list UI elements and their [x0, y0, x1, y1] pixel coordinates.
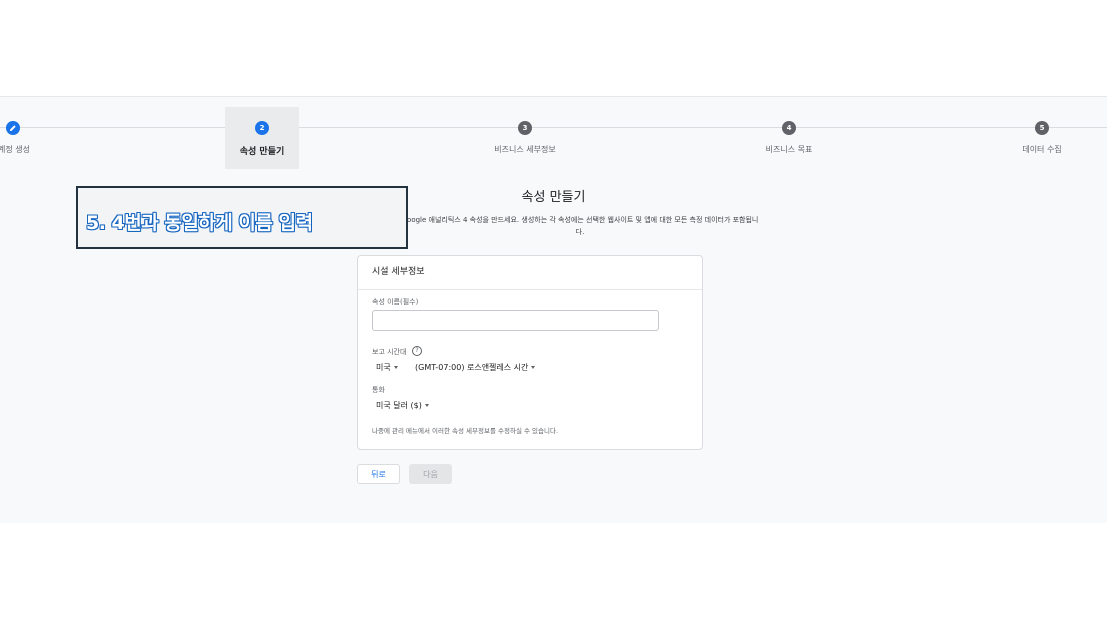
- help-icon[interactable]: ?: [412, 346, 422, 356]
- currency-label: 통화: [372, 386, 385, 394]
- chevron-down-icon: [531, 366, 536, 369]
- step-4-label: 비즈니스 목표: [765, 145, 813, 154]
- edit-later-note: 나중에 관리 메뉴에서 이러한 속성 세부정보를 수정하실 수 있습니다.: [372, 427, 559, 435]
- step-4-circle[interactable]: 4: [782, 121, 796, 135]
- step-5-label: 데이터 수집: [1022, 145, 1062, 154]
- timezone-select[interactable]: (GMT-07:00) 로스앤젤레스 시간: [415, 362, 536, 373]
- timezone-label: 보고 시간대: [372, 348, 407, 356]
- step-1-circle[interactable]: [6, 121, 20, 135]
- back-button[interactable]: 뒤로: [357, 464, 400, 484]
- property-details-card: 시설 세부정보 속성 이름(필수) 보고 시간대 ? 미국 (GMT-07:00…: [357, 255, 703, 450]
- step-3-circle[interactable]: 3: [518, 121, 532, 135]
- page-description: Google 애널리틱스 4 속성을 만드세요. 생성하는 각 속성에는 선택한…: [401, 216, 759, 236]
- active-step-highlight: [225, 107, 299, 169]
- ga-setup-page: 계정 생성 2 속성 만들기 3 비즈니스 세부정보 4 비즈니스 목표 5 데…: [0, 96, 1107, 523]
- timezone-value: (GMT-07:00) 로스앤젤레스 시간: [415, 363, 529, 372]
- country-select[interactable]: 미국: [376, 362, 398, 373]
- step-5-circle[interactable]: 5: [1035, 121, 1049, 135]
- country-value: 미국: [376, 363, 391, 372]
- stepper-line: [0, 127, 1107, 128]
- step-2-circle[interactable]: 2: [255, 121, 269, 135]
- currency-value: 미국 달러 ($): [376, 401, 422, 410]
- card-header: 시설 세부정보: [358, 256, 702, 290]
- setup-stepper: 계정 생성 2 속성 만들기 3 비즈니스 세부정보 4 비즈니스 목표 5 데…: [0, 97, 1107, 177]
- chevron-down-icon: [393, 366, 398, 369]
- next-button[interactable]: 다음: [409, 464, 452, 484]
- property-name-input[interactable]: [372, 310, 659, 331]
- property-name-label: 속성 이름(필수): [372, 298, 419, 306]
- chevron-down-icon: [424, 404, 429, 407]
- currency-select[interactable]: 미국 달러 ($): [376, 400, 429, 411]
- pencil-icon: [10, 125, 16, 131]
- step-1-label: 계정 생성: [0, 145, 30, 154]
- callout-text: 5. 4번과 동일하게 이름 입력: [86, 212, 313, 234]
- tutorial-callout: 5. 4번과 동일하게 이름 입력: [76, 186, 408, 249]
- step-2-label: 속성 만들기: [239, 147, 285, 157]
- step-3-label: 비즈니스 세부정보: [494, 145, 556, 154]
